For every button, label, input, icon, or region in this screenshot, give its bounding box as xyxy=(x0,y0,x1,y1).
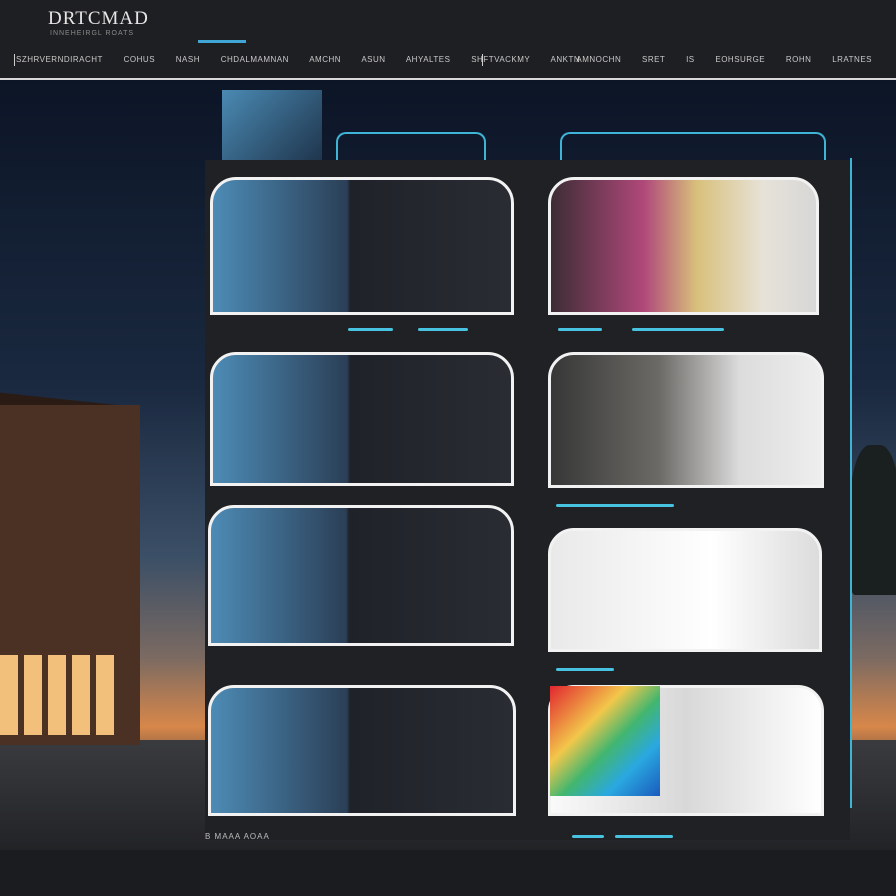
nav-item-7[interactable]: AHYALTES xyxy=(406,55,451,64)
brand-logo[interactable]: DRTCMAD xyxy=(48,8,149,30)
left-building-window xyxy=(48,655,66,735)
roof-neon-frame xyxy=(560,132,826,160)
top-navigation-bar: DRTCMAD INNEHEIRGL ROATS SZHRVERNDIRACHT… xyxy=(0,0,896,80)
nav-divider xyxy=(14,54,15,66)
unit-living-room[interactable] xyxy=(548,352,824,488)
colorful-display xyxy=(550,686,660,796)
footer-caption: B MAAA AOAA xyxy=(205,832,270,841)
neon-dash xyxy=(556,668,614,671)
unit-bedroom[interactable] xyxy=(548,177,819,315)
neon-dash xyxy=(348,328,393,331)
nav-item-1[interactable]: SZHRVERNDIRACHT xyxy=(16,55,103,64)
vertical-neon-line xyxy=(850,158,852,808)
left-building-window xyxy=(72,655,90,735)
unit-ground-lobby[interactable] xyxy=(208,685,516,816)
unit-library[interactable] xyxy=(548,528,822,652)
roof-neon-frame xyxy=(336,132,486,160)
accent-underline xyxy=(198,40,246,43)
nav-item-6[interactable]: ASUN xyxy=(361,55,385,64)
nav-right-item-5[interactable]: ROHN xyxy=(786,55,812,64)
glass-roof-module xyxy=(222,90,322,160)
primary-nav: SZHRVERNDIRACHT COHUS NASH CHDALMAMNAN A… xyxy=(16,55,598,64)
hero-image xyxy=(0,80,896,850)
left-building-window xyxy=(24,655,42,735)
nav-right-item-3[interactable]: IS xyxy=(686,55,695,64)
nav-divider xyxy=(482,54,483,66)
nav-item-2[interactable]: COHUS xyxy=(124,55,155,64)
nav-right-item-4[interactable]: EOHSURGE xyxy=(715,55,765,64)
left-building-window xyxy=(96,655,114,735)
neon-dash xyxy=(556,504,674,507)
brand-subtitle: INNEHEIRGL ROATS xyxy=(50,30,135,37)
neon-dash xyxy=(418,328,468,331)
unit-glass-middle[interactable] xyxy=(210,352,514,486)
nav-right-item-2[interactable]: SRET xyxy=(642,55,665,64)
nav-right-item-1[interactable]: AMNOCHN xyxy=(576,55,621,64)
unit-lounge[interactable] xyxy=(208,505,514,646)
neon-dash xyxy=(572,835,604,838)
neon-dash xyxy=(558,328,602,331)
left-building xyxy=(0,405,140,745)
nav-item-4[interactable]: CHDALMAMNAN xyxy=(221,55,289,64)
secondary-nav: AMNOCHN SRET IS EOHSURGE ROHN LRATNES xyxy=(576,55,890,64)
nav-right-item-6[interactable]: LRATNES xyxy=(832,55,872,64)
tree-silhouette xyxy=(850,445,896,595)
neon-dash xyxy=(632,328,724,331)
left-building-window xyxy=(0,655,18,735)
unit-glass-top[interactable] xyxy=(210,177,514,315)
neon-dash xyxy=(615,835,673,838)
nav-item-5[interactable]: AMCHN xyxy=(309,55,341,64)
nav-item-8[interactable]: SHFTVACKMY xyxy=(471,55,530,64)
footer-bar xyxy=(0,850,896,896)
nav-item-3[interactable]: NASH xyxy=(176,55,200,64)
